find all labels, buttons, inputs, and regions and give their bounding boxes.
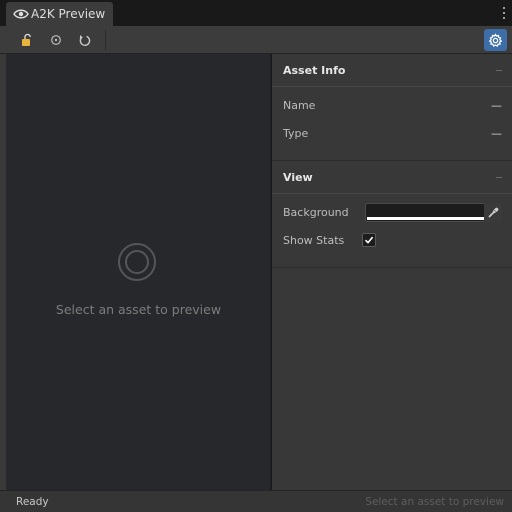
gear-icon	[488, 32, 503, 47]
section-divider	[272, 267, 512, 268]
preview-pane[interactable]: Select an asset to preview	[6, 54, 271, 490]
eyedropper-icon	[488, 207, 499, 218]
lock-icon	[22, 33, 31, 46]
asset-info-title: Asset Info	[283, 63, 346, 77]
focus-button[interactable]	[46, 30, 66, 50]
inspector-panel: Asset Info Name — Type — View Background…	[272, 54, 512, 490]
collapse-icon[interactable]	[496, 70, 502, 71]
status-text: Ready	[16, 496, 49, 508]
background-color-field[interactable]	[365, 203, 485, 222]
collapse-icon[interactable]	[496, 177, 502, 178]
name-label: Name	[283, 99, 316, 112]
show-stats-label: Show Stats	[283, 234, 345, 247]
status-bar: Ready Select an asset to preview	[0, 490, 512, 512]
type-label: Type	[283, 127, 309, 140]
empty-preview-message: Select an asset to preview	[55, 302, 222, 317]
show-stats-checkbox[interactable]	[362, 233, 376, 247]
tab-title: A2K Preview	[31, 7, 106, 21]
view-header[interactable]: View	[272, 161, 512, 194]
toolbar	[0, 26, 512, 54]
reset-button[interactable]	[74, 30, 94, 50]
checkmark-icon	[364, 236, 374, 244]
lock-button[interactable]	[17, 30, 37, 50]
color-swatch	[367, 217, 484, 220]
settings-button[interactable]	[484, 29, 507, 51]
view-title: View	[283, 170, 313, 184]
tab-a2k-preview[interactable]: A2K Preview	[6, 2, 113, 26]
tab-bar: A2K Preview	[0, 0, 512, 26]
more-options-icon[interactable]	[502, 7, 506, 19]
status-hint: Select an asset to preview	[365, 496, 504, 508]
reset-icon	[79, 34, 90, 46]
toolbar-separator	[105, 30, 106, 50]
background-label: Background	[283, 206, 349, 219]
target-icon	[51, 35, 61, 45]
empty-preview-icon	[118, 243, 156, 281]
name-value: —	[491, 99, 502, 112]
asset-info-header[interactable]: Asset Info	[272, 54, 512, 87]
type-value: —	[491, 127, 502, 140]
eyedropper-button[interactable]	[484, 203, 502, 222]
eye-icon	[13, 9, 29, 19]
